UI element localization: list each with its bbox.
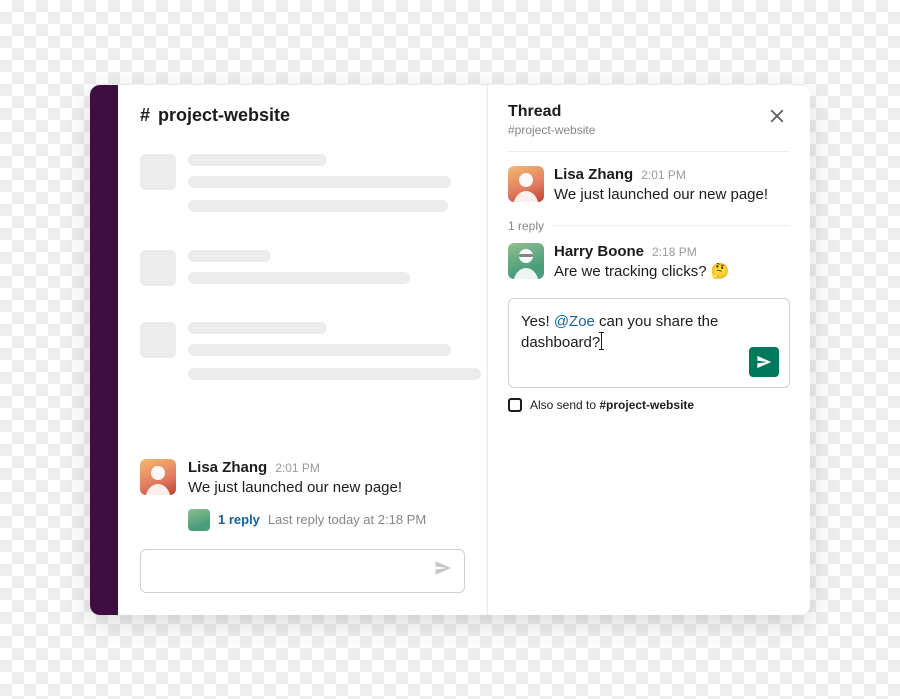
placeholder-message — [140, 322, 465, 390]
thread-title: Thread — [508, 103, 595, 121]
message-time: 2:01 PM — [641, 168, 686, 182]
message-text: We just launched our new page! — [554, 185, 790, 205]
message-time: 2:01 PM — [275, 461, 320, 475]
send-button[interactable] — [749, 347, 779, 377]
reply-count-link[interactable]: 1 reply — [218, 512, 260, 527]
workspace-sidebar — [90, 85, 118, 615]
avatar[interactable] — [508, 166, 544, 202]
thinking-emoji-icon: 🤔 — [711, 263, 730, 280]
hash-icon: # — [140, 105, 150, 126]
placeholder-message — [140, 154, 465, 222]
channel-panel: # project-website — [118, 85, 488, 615]
message-author[interactable]: Lisa Zhang — [554, 166, 633, 183]
thread-original-message: Lisa Zhang 2:01 PM We just launched our … — [508, 166, 790, 205]
channel-header[interactable]: # project-website — [140, 105, 465, 126]
message-text: We just launched our new page! — [188, 478, 465, 498]
also-send-checkbox[interactable] — [508, 398, 522, 412]
thread-reply-message: Harry Boone 2:18 PM Are we tracking clic… — [508, 243, 790, 282]
thread-reply-bar[interactable]: 1 reply Last reply today at 2:18 PM — [188, 509, 465, 531]
channel-name: project-website — [158, 105, 290, 126]
channel-message: Lisa Zhang 2:01 PM We just launched our … — [140, 459, 465, 498]
close-icon[interactable] — [764, 103, 790, 133]
thread-subtitle: #project-website — [508, 123, 595, 137]
reply-avatar — [188, 509, 210, 531]
reply-count-divider: 1 reply — [508, 219, 790, 233]
avatar[interactable] — [140, 459, 176, 495]
mention[interactable]: @Zoe — [554, 313, 595, 330]
app-window: # project-website — [90, 85, 810, 615]
thread-panel: Thread #project-website Lisa Zhang 2:01 … — [488, 85, 810, 615]
send-icon[interactable] — [434, 559, 452, 582]
also-send-row: Also send to #project-website — [508, 398, 790, 412]
also-send-label: Also send to #project-website — [530, 398, 694, 412]
avatar[interactable] — [508, 243, 544, 279]
message-author[interactable]: Harry Boone — [554, 243, 644, 260]
channel-composer[interactable] — [140, 549, 465, 593]
message-time: 2:18 PM — [652, 245, 697, 259]
message-author[interactable]: Lisa Zhang — [188, 459, 267, 476]
placeholder-message — [140, 250, 465, 294]
thread-composer[interactable]: Yes! @Zoe can you share the dashboard? — [508, 298, 790, 388]
composer-text: Yes! — [521, 313, 554, 330]
last-reply-time: Last reply today at 2:18 PM — [268, 512, 426, 527]
text-cursor-icon — [601, 333, 602, 349]
message-text: Are we tracking clicks? 🤔 — [554, 262, 790, 282]
